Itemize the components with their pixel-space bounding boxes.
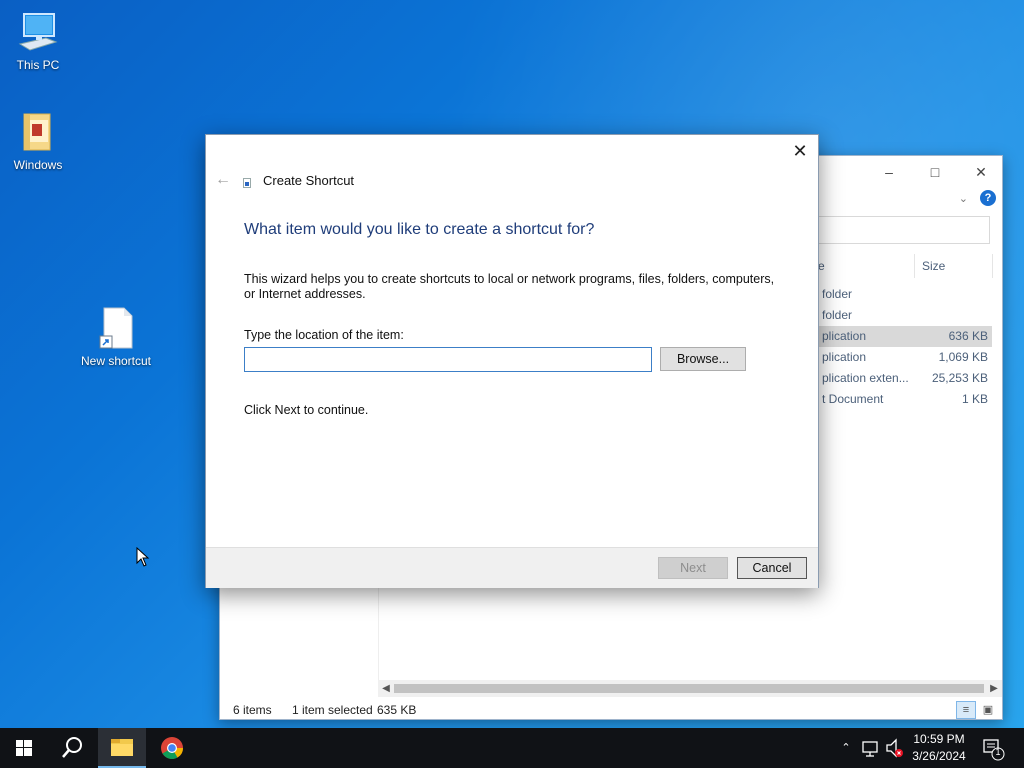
clock-time: 10:59 PM: [913, 732, 965, 746]
desktop-icon-this-pc[interactable]: This PC: [0, 10, 76, 72]
dialog-title: Create Shortcut: [263, 173, 355, 188]
list-item[interactable]: folder: [818, 284, 992, 305]
chevron-up-icon[interactable]: ⌃: [836, 728, 856, 768]
column-header-type[interactable]: e: [818, 254, 825, 278]
item-size: 1,069 KB: [938, 350, 988, 364]
location-label: Type the location of the item:: [244, 328, 404, 342]
close-button[interactable]: ✕: [958, 160, 1004, 184]
mouse-cursor-icon: [136, 546, 150, 567]
item-size: 636 KB: [948, 329, 988, 343]
item-size: 25,253 KB: [931, 371, 988, 385]
search-button[interactable]: [48, 728, 96, 768]
search-box[interactable]: [810, 216, 990, 244]
location-input[interactable]: [244, 347, 652, 372]
clock-date: 3/26/2024: [912, 749, 966, 763]
windows-logo-icon: [16, 740, 32, 756]
shortcut-icon: [243, 178, 251, 188]
item-size: 1 KB: [961, 392, 988, 406]
list-item-selected[interactable]: plication 636 KB: [818, 326, 992, 347]
minimize-button[interactable]: –: [866, 160, 912, 184]
item-type: folder: [822, 287, 853, 301]
file-list: folder folder plication 636 KB plication 1…: [818, 284, 992, 410]
next-button[interactable]: Next: [658, 557, 728, 579]
list-item[interactable]: t Document 1 KB: [818, 389, 992, 410]
details-view-icon[interactable]: ≡: [956, 701, 976, 719]
list-item[interactable]: folder: [818, 305, 992, 326]
scrollbar-thumb[interactable]: [394, 684, 984, 693]
continue-hint: Click Next to continue.: [244, 403, 369, 417]
status-selected-count: 1 item selected: [292, 703, 373, 717]
volume-muted-icon[interactable]: [884, 728, 906, 768]
item-type: plication exten...: [822, 371, 909, 385]
notification-count: 1: [995, 747, 1001, 757]
desktop-icon-label: Windows: [13, 158, 63, 172]
desktop-icon-label: New shortcut: [80, 354, 152, 368]
desktop-icon-windows-folder[interactable]: Windows: [0, 110, 76, 172]
item-type: t Document: [822, 392, 884, 406]
back-arrow-icon[interactable]: ←: [214, 171, 232, 189]
dialog-description: This wizard helps you to create shortcut…: [244, 272, 775, 301]
chrome-taskbar-button[interactable]: [148, 728, 196, 768]
search-icon: [62, 737, 82, 758]
browse-button[interactable]: Browse...: [660, 347, 746, 371]
list-item[interactable]: plication exten... 25,253 KB: [818, 368, 992, 389]
horizontal-scrollbar[interactable]: ◀ ▶: [378, 680, 1002, 697]
status-selected-size: 635 KB: [377, 703, 417, 717]
help-icon[interactable]: ?: [980, 190, 996, 206]
cancel-button[interactable]: Cancel: [737, 557, 807, 579]
computer-icon: [16, 10, 60, 54]
network-icon[interactable]: [860, 728, 882, 768]
item-type: folder: [822, 308, 853, 322]
dialog-heading: What item would you like to create a sho…: [244, 221, 595, 238]
maximize-button[interactable]: □: [912, 160, 958, 184]
column-header-size[interactable]: Size: [922, 254, 945, 278]
status-bar: 6 items 1 item selected 635 KB ≡ ▣: [220, 699, 1002, 721]
desktop-icon-label: This PC: [16, 58, 60, 72]
large-icons-view-icon[interactable]: ▣: [978, 701, 998, 719]
column-divider: [992, 254, 993, 278]
ribbon-controls: ⌄ ?: [959, 188, 996, 208]
chevron-down-icon[interactable]: ⌄: [959, 192, 968, 205]
folder-icon: [111, 739, 133, 756]
start-button[interactable]: [0, 728, 48, 768]
shortcut-file-icon: [94, 306, 138, 350]
create-shortcut-dialog: ✕ ← Create Shortcut What item would you …: [205, 134, 819, 588]
desktop-icon-new-shortcut[interactable]: New shortcut: [78, 306, 154, 368]
close-icon[interactable]: ✕: [788, 139, 812, 163]
system-clock[interactable]: 10:59 PM 3/26/2024: [904, 731, 974, 765]
navigation-pane-divider: [378, 576, 379, 686]
chrome-icon: [161, 737, 183, 759]
status-item-count: 6 items: [233, 703, 272, 717]
action-center-button[interactable]: 1: [980, 728, 1006, 768]
file-explorer-taskbar-button[interactable]: [98, 728, 146, 768]
taskbar: ⌃ 10:59 PM 3/26/2024 1: [0, 728, 1024, 768]
scroll-right-icon[interactable]: ▶: [986, 680, 1002, 697]
item-type: plication: [822, 350, 867, 364]
dialog-footer: Next Cancel: [206, 547, 818, 588]
column-divider: [914, 254, 915, 278]
scroll-left-icon[interactable]: ◀: [378, 680, 394, 697]
item-type: plication: [822, 329, 867, 343]
list-item[interactable]: plication 1,069 KB: [818, 347, 992, 368]
folder-icon: [16, 110, 60, 154]
